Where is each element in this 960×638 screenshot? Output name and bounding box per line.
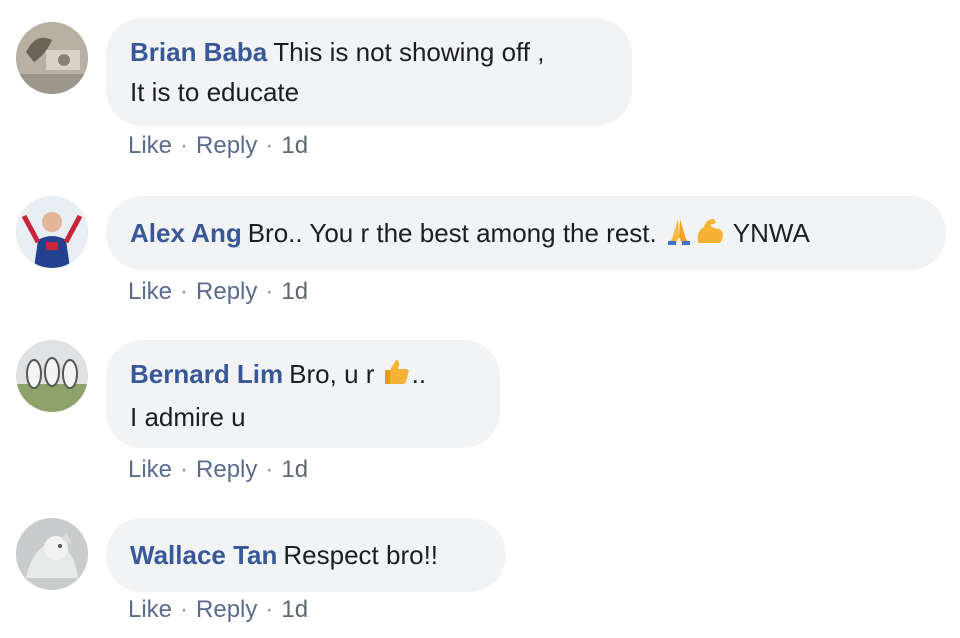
like-link[interactable]: Like bbox=[128, 456, 172, 483]
separator: · bbox=[265, 278, 274, 305]
timestamp[interactable]: 1d bbox=[281, 456, 308, 483]
like-link[interactable]: Like bbox=[128, 596, 172, 623]
separator: · bbox=[180, 132, 189, 159]
avatar[interactable] bbox=[16, 196, 88, 268]
reply-link[interactable]: Reply bbox=[196, 278, 257, 305]
comment-text-line2: It is to educate bbox=[130, 77, 300, 107]
reply-link[interactable]: Reply bbox=[196, 132, 257, 159]
comment-actions: Like · Reply · 1d bbox=[128, 278, 308, 306]
comment-bubble: Bernard Lim Bro, u r .. I admire u bbox=[106, 340, 500, 448]
avatar[interactable] bbox=[16, 22, 88, 94]
comment-text: Respect bro!! bbox=[283, 540, 439, 570]
comment-suffix: YNWA bbox=[732, 218, 810, 248]
timestamp[interactable]: 1d bbox=[281, 278, 308, 305]
comment-bubble: Brian Baba This is not showing off , It i… bbox=[106, 18, 632, 126]
avatar[interactable] bbox=[16, 518, 88, 590]
author-name[interactable]: Alex Ang bbox=[130, 218, 242, 248]
comment-actions: Like · Reply · 1d bbox=[128, 132, 308, 160]
author-name[interactable]: Brian Baba bbox=[130, 37, 267, 67]
like-link[interactable]: Like bbox=[128, 278, 172, 305]
comment-bubble: Alex Ang Bro.. You r the best among the r… bbox=[106, 196, 946, 270]
comment-text: Bro.. You r the best among the rest. bbox=[247, 218, 657, 248]
comment-text: This is not showing off , bbox=[273, 37, 545, 67]
timestamp[interactable]: 1d bbox=[281, 596, 308, 623]
reply-link[interactable]: Reply bbox=[196, 596, 257, 623]
timestamp[interactable]: 1d bbox=[281, 132, 308, 159]
comment-text-line2: I admire u bbox=[130, 401, 246, 432]
comment-bubble: Wallace Tan Respect bro!! bbox=[106, 518, 506, 592]
separator: · bbox=[180, 596, 189, 623]
separator: · bbox=[180, 456, 189, 483]
flexed-bicep-icon bbox=[694, 215, 726, 256]
pray-icon bbox=[664, 215, 694, 256]
reply-link[interactable]: Reply bbox=[196, 456, 257, 483]
comment-suffix: .. bbox=[411, 359, 427, 389]
comment-actions: Like · Reply · 1d bbox=[128, 596, 308, 624]
avatar[interactable] bbox=[16, 340, 88, 412]
thumbs-up-icon bbox=[382, 356, 412, 397]
comment-text: Bro, u r bbox=[289, 359, 375, 389]
author-name[interactable]: Wallace Tan bbox=[130, 540, 277, 570]
comment-actions: Like · Reply · 1d bbox=[128, 456, 308, 484]
like-link[interactable]: Like bbox=[128, 132, 172, 159]
separator: · bbox=[180, 278, 189, 305]
author-name[interactable]: Bernard Lim bbox=[130, 359, 283, 389]
separator: · bbox=[265, 456, 274, 483]
separator: · bbox=[265, 132, 274, 159]
separator: · bbox=[265, 596, 274, 623]
